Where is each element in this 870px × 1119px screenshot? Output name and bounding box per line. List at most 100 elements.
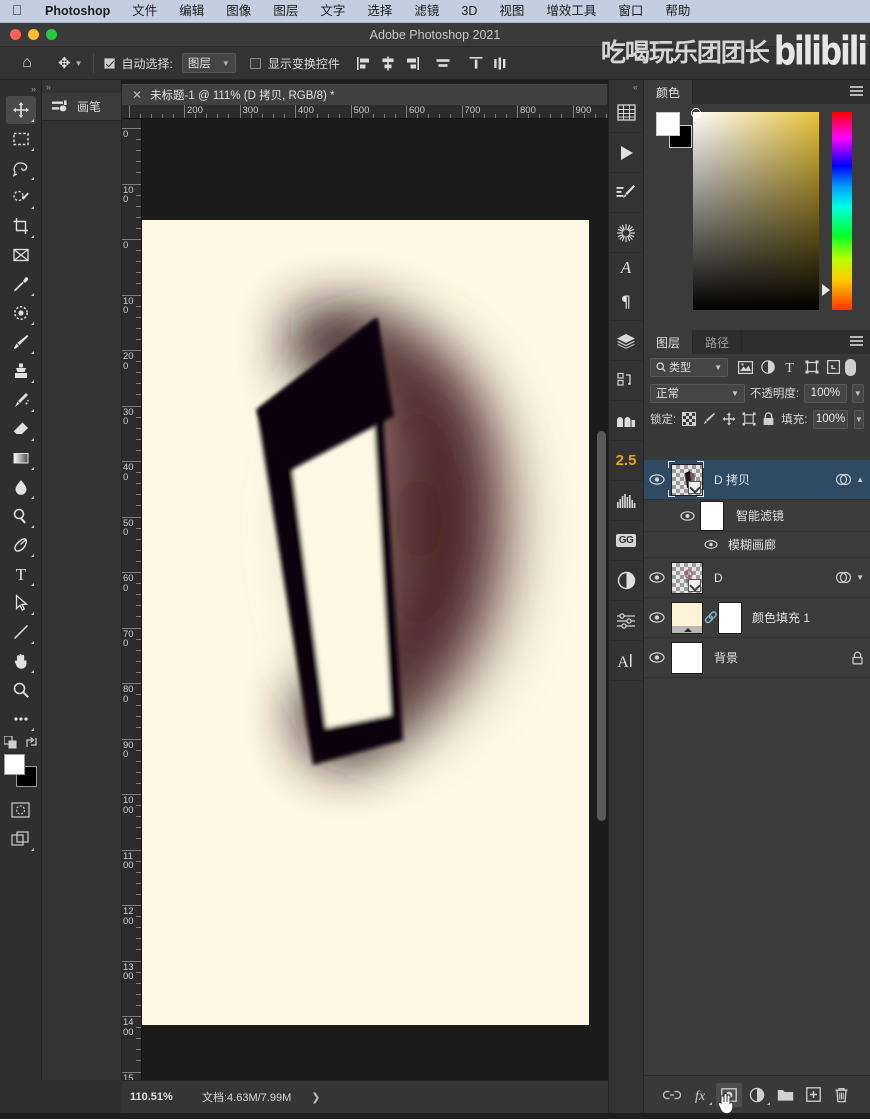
menu-item-layer[interactable]: 图层 [262, 0, 309, 23]
rail-character-a-icon[interactable]: A [608, 253, 644, 281]
rail-paragraph-icon[interactable]: ¶ [608, 281, 644, 321]
layer-mask-link-icon[interactable]: 🔗 [704, 611, 718, 624]
layer-row-color-fill-1[interactable]: 🔗 颜色填充 1 [644, 598, 870, 638]
minimize-window-button[interactable] [28, 29, 39, 40]
auto-select-scope-dropdown[interactable]: 图层 ▼ [181, 53, 236, 73]
lock-artboard-icon[interactable] [742, 412, 756, 427]
swap-colors-icon[interactable] [25, 736, 38, 749]
blur-tool[interactable] [6, 473, 36, 501]
apple-icon[interactable]:  [0, 3, 34, 19]
clone-stamp-tool[interactable] [6, 357, 36, 385]
default-colors-icon[interactable] [3, 736, 18, 750]
fill-stepper-chevron-icon[interactable]: ▼ [853, 409, 864, 429]
frame-tool[interactable] [6, 241, 36, 269]
scrollbar-thumb[interactable] [597, 431, 606, 821]
rail-layer-comps-icon[interactable] [608, 321, 644, 361]
line-tool[interactable] [6, 618, 36, 646]
chevron-down-icon[interactable]: ▼ [856, 573, 864, 582]
rail-burst-icon[interactable] [608, 213, 644, 253]
brush-tool[interactable] [6, 328, 36, 356]
adjustment-filter-icon[interactable] [760, 360, 775, 375]
pixel-filter-icon[interactable] [738, 360, 753, 375]
tab-brush-settings[interactable]: 画笔 [42, 93, 121, 121]
distribute-horizontal-icon[interactable] [433, 53, 454, 74]
horizontal-ruler[interactable]: 200 300 400 500 600 700 800 900 [122, 105, 608, 119]
layer-row-d[interactable]: D ▼ [644, 558, 870, 598]
layer-row-d-copy[interactable]: D 拷贝 ▲ [644, 460, 870, 500]
history-brush-tool[interactable] [6, 386, 36, 414]
menu-item-file[interactable]: 文件 [121, 0, 168, 23]
align-top-icon[interactable] [466, 53, 487, 74]
type-filter-icon[interactable]: T [782, 360, 797, 375]
pen-tool[interactable] [6, 531, 36, 559]
link-layers-button[interactable] [659, 1083, 685, 1107]
rail-brush-settings-icon[interactable] [608, 173, 644, 213]
rail-history-icon[interactable] [608, 361, 644, 401]
new-group-button[interactable] [772, 1083, 798, 1107]
new-fill-adjustment-button[interactable] [744, 1083, 770, 1107]
layer-mask-thumbnail[interactable] [718, 601, 742, 634]
layer-visibility-toggle[interactable] [644, 612, 670, 623]
menu-item-help[interactable]: 帮助 [654, 0, 701, 23]
layer-visibility-toggle[interactable] [644, 572, 670, 583]
distribute-vertical-icon[interactable] [490, 53, 511, 74]
opacity-stepper-chevron-icon[interactable]: ▼ [851, 383, 864, 403]
move-tool[interactable] [5, 96, 36, 124]
smart-filter-indicator-icon[interactable] [836, 571, 852, 584]
rail-actions-play-icon[interactable] [608, 133, 644, 173]
hue-slider[interactable] [822, 112, 852, 310]
close-icon[interactable]: ✕ [132, 88, 142, 102]
layer-visibility-toggle[interactable] [644, 652, 670, 663]
lock-image-icon[interactable] [702, 412, 716, 427]
layer-thumbnail[interactable] [671, 561, 703, 594]
rail-gradient-map-icon[interactable] [608, 401, 644, 441]
smart-filter-indicator-icon[interactable] [836, 473, 852, 486]
rail-version-2-5-icon[interactable]: 2.5 [608, 441, 644, 481]
color-panel-swatches[interactable] [656, 112, 692, 148]
blend-mode-dropdown[interactable]: 正常 ▼ [650, 383, 745, 403]
rail-type-ai-icon[interactable]: A [608, 641, 644, 681]
eraser-tool[interactable] [6, 415, 36, 443]
color-picker-ring[interactable] [691, 108, 701, 118]
layer-thumbnail[interactable] [671, 601, 703, 634]
layer-thumbnail[interactable] [671, 463, 703, 496]
maximize-window-button[interactable] [46, 29, 57, 40]
canvas-vertical-scrollbar[interactable] [597, 141, 606, 1070]
tab-paths[interactable]: 路径 [693, 330, 743, 354]
rail-character-panel-grid-icon[interactable] [608, 93, 644, 133]
rail-gg-plugin-icon[interactable]: GG [608, 521, 644, 561]
align-left-icon[interactable] [354, 53, 375, 74]
panel-menu-icon[interactable] [850, 86, 863, 97]
zoom-tool[interactable] [6, 676, 36, 704]
hand-tool[interactable] [6, 647, 36, 675]
menu-item-filter[interactable]: 滤镜 [403, 0, 450, 23]
menu-item-window[interactable]: 窗口 [607, 0, 654, 23]
more-tools-button[interactable] [6, 705, 36, 733]
canvas-document[interactable] [142, 220, 589, 1025]
layer-name[interactable]: 背景 [714, 649, 851, 666]
menu-item-3d[interactable]: 3D [450, 0, 488, 23]
smart-object-filter-icon[interactable] [826, 360, 841, 375]
opacity-value[interactable]: 100% [804, 383, 847, 403]
foreground-color-swatch[interactable] [3, 754, 25, 775]
fill-value[interactable]: 100% [813, 409, 848, 429]
align-center-horizontal-icon[interactable] [378, 53, 399, 74]
menu-item-plugins[interactable]: 增效工具 [535, 0, 607, 23]
lock-position-icon[interactable] [722, 412, 736, 427]
horizontal-type-tool[interactable]: T [6, 560, 36, 588]
layer-style-button[interactable]: fx [687, 1083, 713, 1107]
delete-layer-button[interactable] [829, 1083, 855, 1107]
layer-name[interactable]: 颜色填充 1 [752, 609, 870, 626]
layer-filter-kind-dropdown[interactable]: 类型 ▼ [650, 357, 728, 377]
rail-properties-sliders-icon[interactable] [608, 601, 644, 641]
filter-visibility-toggle[interactable] [700, 540, 722, 549]
home-icon[interactable]: ⌂ [12, 54, 42, 72]
close-window-button[interactable] [10, 29, 21, 40]
color-swatches[interactable] [3, 754, 38, 788]
menu-item-select[interactable]: 选择 [356, 0, 403, 23]
layer-name[interactable]: D 拷贝 [714, 471, 836, 488]
zoom-level[interactable]: 110.51% [130, 1091, 202, 1103]
auto-select-checkbox[interactable] [103, 57, 115, 69]
rail-adjustments-circle-icon[interactable] [608, 561, 644, 601]
canvas-viewport[interactable] [142, 119, 608, 1080]
